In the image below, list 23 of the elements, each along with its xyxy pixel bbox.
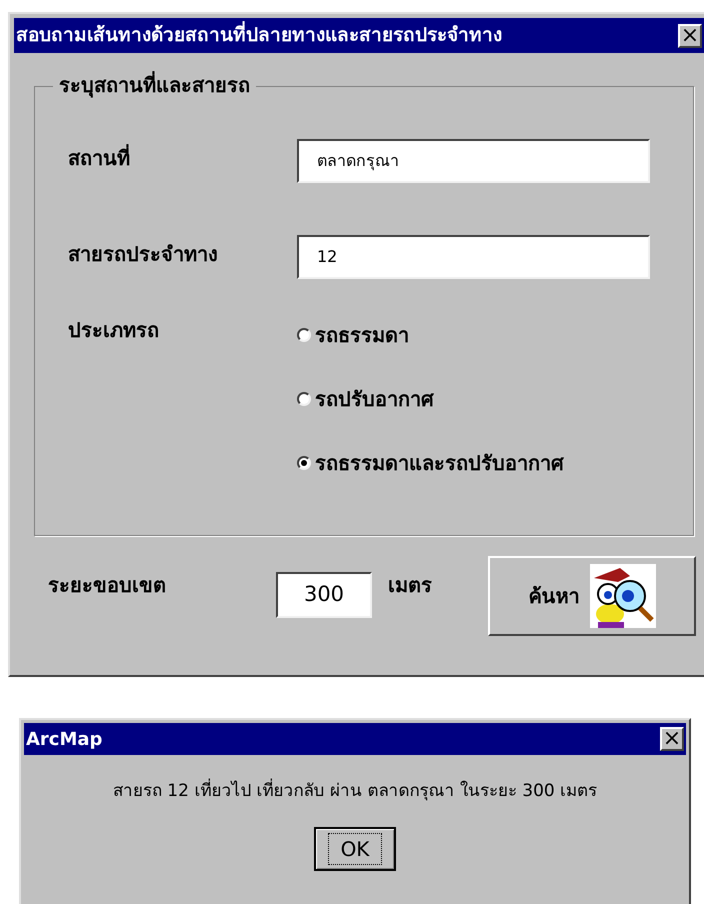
input-field[interactable]: 12 bbox=[297, 235, 650, 279]
message-text: สายรถ 12 เที่ยวไป เที่ยวกลับ ผ่าน ตลาดกรุณา ในระยะ 300 เมตร bbox=[24, 779, 686, 804]
group-legend: ระบุสถานที่และสายรถ bbox=[53, 70, 256, 100]
radio-label: รถปรับอากาศ bbox=[315, 386, 434, 413]
radio-label: รถธรรมดาและรถปรับอากาศ bbox=[315, 450, 564, 477]
close-button[interactable]: × bbox=[660, 727, 684, 751]
field-label: ประเภทรถ bbox=[68, 317, 159, 344]
field-label: ระยะขอบเขต bbox=[48, 572, 166, 599]
cartoon-magnifier-icon bbox=[590, 564, 656, 628]
search-button[interactable]: ค้นหา bbox=[488, 556, 696, 636]
unit-label: เมตร bbox=[388, 572, 432, 599]
input-field[interactable]: ตลาดกรุณา bbox=[297, 139, 650, 183]
input-field[interactable]: 300 bbox=[276, 572, 372, 618]
field-label: สายรถประจำทาง bbox=[68, 241, 218, 268]
radio-button[interactable] bbox=[297, 456, 311, 470]
window-title: สอบถามเส้นทางด้วยสถานที่ปลายทางและสายรถประจำทาง bbox=[16, 21, 502, 50]
window-title: ArcMap bbox=[26, 728, 102, 752]
field-label: สถานที่ bbox=[68, 143, 130, 172]
radio-button[interactable] bbox=[297, 392, 311, 406]
radio-label: รถธรรมดา bbox=[315, 322, 409, 349]
ok-button[interactable]: OK bbox=[314, 826, 396, 870]
radio-button[interactable] bbox=[297, 328, 311, 342]
close-button[interactable]: × bbox=[678, 24, 702, 48]
